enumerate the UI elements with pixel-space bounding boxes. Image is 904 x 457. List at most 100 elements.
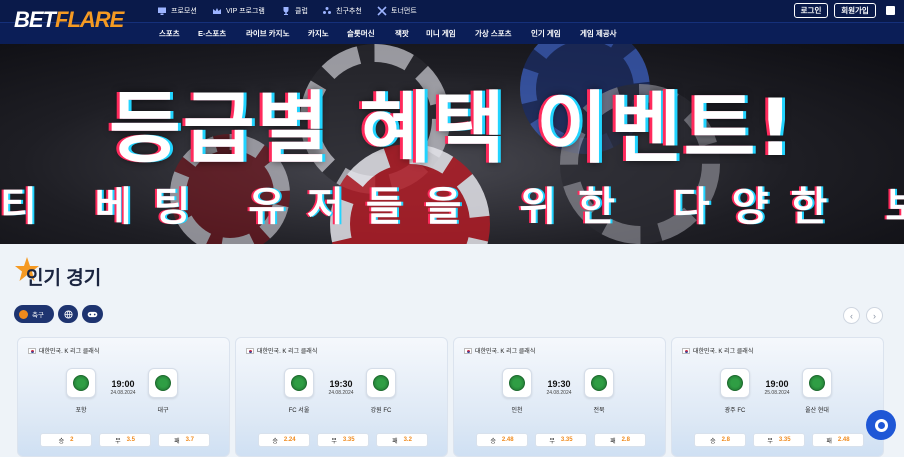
odds-label: 무 [549,438,555,445]
match-time: 19:00 [765,379,789,389]
away-team-name: 강원 FC [370,408,392,414]
home-team-name: 포항 [75,408,87,414]
home-team-name: 인천 [511,408,523,414]
league-label: 대한민국. K 리그 클래식 [682,346,753,355]
carousel-next-button[interactable]: › [866,307,883,324]
section-title: 인기 경기 [26,268,102,289]
odds-home-button[interactable]: 승2 [40,433,92,447]
odds-row: 승 2.48 무 3.35 패 2.8 [476,433,646,447]
top-link-label: 프로모션 [171,8,197,15]
login-button[interactable]: 로그인 [794,3,828,18]
odds-away-button[interactable]: 패 2.48 [812,433,864,447]
nav-item-virtual-sports[interactable]: 가상 스포츠 [475,28,512,39]
top-link-tournament[interactable]: 토너먼트 [377,4,417,18]
odds-label: 패 [826,438,832,445]
live-chat-button[interactable] [866,410,896,440]
top-link-referral[interactable]: 친구추천 [322,4,362,18]
nav-item-popular-games[interactable]: 인기 게임 [531,28,561,39]
korea-flag-icon [28,347,36,354]
odds-draw-button[interactable]: 무 3.35 [317,433,369,447]
soccer-ball-icon [155,375,171,391]
match-card[interactable]: 대한민국. K 리그 클래식 19:00 24.08.2024 포항 대구 승2… [17,337,230,457]
odds-away-button[interactable]: 패 3.2 [376,433,428,447]
odds-away-button[interactable]: 패 2.8 [594,433,646,447]
odds-value: 3.35 [342,437,355,443]
league-label: 대한민국. K 리그 클래식 [246,346,317,355]
filter-globe[interactable] [58,305,78,323]
match-card[interactable]: 대한민국. K 리그 클래식 19:30 24.08.2024 인천 전북 승2… [453,337,666,457]
odds-draw-button[interactable]: 무 3.35 [753,433,805,447]
language-flag-icon[interactable] [886,6,895,15]
match-date: 25.08.2024 [764,390,790,396]
monitor-icon [158,7,166,15]
top-link-club[interactable]: 클럽 [281,4,308,18]
odds-home-button[interactable]: 승 2.8 [694,433,746,447]
league-label: 대한민국. K 리그 클래식 [28,346,99,355]
brand-logo-bet: BET [14,7,56,32]
promo-banner[interactable]: 등급별 혜택 이벤트! 티 베팅 유저들을 위한 다양한 보너 [0,44,904,244]
banner-subline: 티 베팅 유저들을 위한 다양한 보너 [0,184,904,230]
away-team-name: 대구 [157,408,169,414]
nav-item-esports[interactable]: E-스포츠 [198,28,226,39]
carousel-prev-button[interactable]: ‹ [843,307,860,324]
top-link-vip[interactable]: VIP 프로그램 [212,4,265,18]
users-icon [323,7,331,14]
soccer-ball-icon [509,375,525,391]
banner-headline: 등급별 혜택 이벤트! [109,84,795,174]
nav-item-providers[interactable]: 게임 제공사 [580,28,617,39]
league-name: 대한민국. K 리그 클래식 [475,349,536,355]
away-team-name: 울산 현대 [805,408,829,414]
top-link-label: 클럽 [295,8,308,15]
nav-item-casino[interactable]: 카지노 [308,28,329,39]
odds-label: 승 [490,438,496,445]
odds-label: 무 [767,438,773,445]
league-name: 대한민국. K 리그 클래식 [693,349,754,355]
home-team-name: FC 서울 [288,408,310,414]
match-card[interactable]: 대한민국. K 리그 클래식 19:30 24.08.2024 FC 서울 강원… [235,337,448,457]
odds-draw-button[interactable]: 무 3.35 [535,433,587,447]
odds-row: 승2 무 3.5 패 3.7 [40,433,210,447]
odds-away-button[interactable]: 패 3.7 [158,433,210,447]
odds-label: 승 [710,438,716,445]
signup-button[interactable]: 회원가입 [834,3,876,18]
nav-item-sports[interactable]: 스포츠 [159,28,180,39]
odds-home-button[interactable]: 승 2.24 [258,433,310,447]
odds-home-button[interactable]: 승 2.48 [476,433,528,447]
home-team-logo [502,368,532,398]
odds-draw-button[interactable]: 무 3.5 [99,433,151,447]
nav-item-live-casino[interactable]: 라이브 카지노 [246,28,289,39]
match-date: 24.08.2024 [546,390,572,396]
odds-row: 승 2.8 무 3.35 패 2.48 [694,433,864,447]
nav-item-jackpot[interactable]: 잭팟 [395,28,409,39]
gamepad-icon [87,311,98,317]
soccer-ball-icon [73,375,89,391]
odds-value: 2.24 [283,437,296,443]
korea-flag-icon [246,347,254,354]
nav-item-mini-games[interactable]: 미니 게임 [426,28,456,39]
brand-logo-flare: FLARE [55,7,124,32]
odds-value: 3.35 [560,437,573,443]
top-link-label: 토너먼트 [391,8,417,15]
match-time: 19:00 [111,379,135,389]
league-name: 대한민국. K 리그 클래식 [257,349,318,355]
nav-item-slots[interactable]: 슬롯머신 [347,28,375,39]
match-card[interactable]: 대한민국. K 리그 클래식 19:00 25.08.2024 광주 FC 울산… [671,337,884,457]
top-link-label: VIP 프로그램 [226,8,265,15]
brand-logo[interactable]: BETFLARE [14,7,124,32]
match-date: 24.08.2024 [110,390,136,396]
odds-value: 2.48 [501,437,514,443]
odds-value: 3.35 [778,437,791,443]
league-name: 대한민국. K 리그 클래식 [39,349,100,355]
home-team-logo [720,368,750,398]
odds-label: 패 [610,438,616,445]
odds-row: 승 2.24 무 3.35 패 3.2 [258,433,428,447]
filter-soccer[interactable]: 축구 [14,305,54,323]
top-link-promotion[interactable]: 프로모션 [157,4,197,18]
top-bar [0,0,904,22]
away-team-name: 전북 [593,408,605,414]
soccer-ball-icon [19,309,28,319]
odds-value: 2.48 [837,437,850,443]
odds-value: 2.8 [721,437,730,443]
filter-esports[interactable] [82,305,103,323]
home-team-logo [66,368,96,398]
